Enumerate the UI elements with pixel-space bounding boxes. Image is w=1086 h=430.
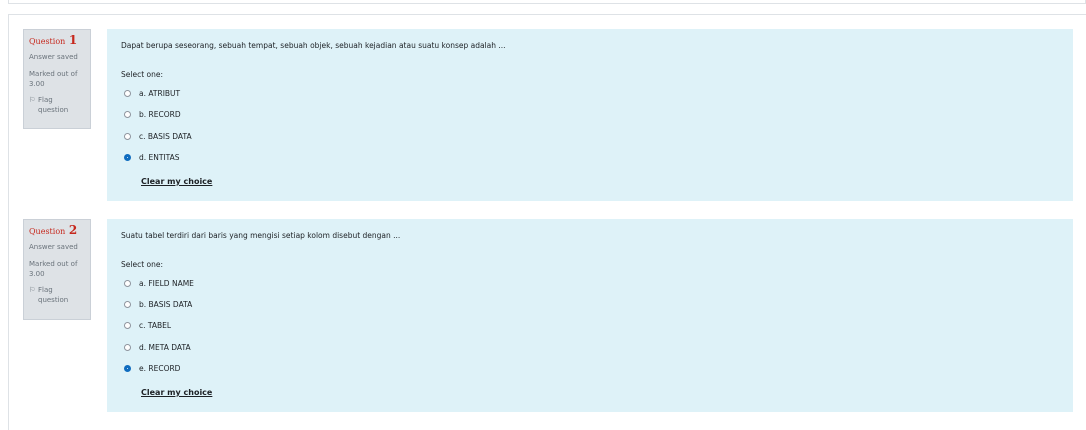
- flag-icon: ⚐: [29, 96, 36, 104]
- radio-button[interactable]: [124, 110, 131, 118]
- answer-option[interactable]: b. BASIS DATA: [124, 298, 192, 310]
- answer-option-label[interactable]: c. BASIS DATA: [139, 132, 192, 141]
- radio-button[interactable]: [124, 321, 131, 329]
- answer-option[interactable]: d. META DATA: [124, 341, 191, 353]
- question-2: Question 2 Answer saved Marked out of 3.…: [23, 219, 1073, 412]
- answer-option[interactable]: c. TABEL: [124, 319, 171, 331]
- question-formulation: Suatu tabel terdiri dari baris yang meng…: [107, 219, 1073, 412]
- radio-button-selected[interactable]: [124, 153, 131, 161]
- question-text: Suatu tabel terdiri dari baris yang meng…: [121, 231, 401, 240]
- radio-button[interactable]: [124, 279, 131, 287]
- question-number: Question 1: [29, 34, 85, 48]
- question-grade: Marked out of 3.00: [29, 259, 85, 279]
- question-label: Question: [29, 227, 66, 236]
- answer-option-label[interactable]: c. TABEL: [139, 321, 171, 330]
- question-text: Dapat berupa seseorang, sebuah tempat, s…: [121, 41, 506, 50]
- answer-option[interactable]: e. RECORD: [124, 362, 180, 374]
- answer-option[interactable]: a. ATRIBUT: [124, 87, 180, 99]
- flag-label: Flag question: [38, 286, 69, 304]
- question-grade: Marked out of 3.00: [29, 69, 85, 89]
- radio-button-selected[interactable]: [124, 364, 131, 372]
- clear-choice-link[interactable]: Clear my choice: [141, 388, 212, 397]
- grade-value: 3.00: [29, 80, 45, 88]
- answer-option-label[interactable]: d. META DATA: [139, 343, 191, 352]
- radio-button[interactable]: [124, 343, 131, 351]
- answer-option-label[interactable]: b. RECORD: [139, 110, 181, 119]
- flag-question-button[interactable]: ⚐ Flag question: [29, 285, 85, 305]
- radio-button[interactable]: [124, 300, 131, 308]
- question-info: Question 2 Answer saved Marked out of 3.…: [23, 219, 91, 320]
- question-number-value: 1: [68, 33, 78, 47]
- question-label: Question: [29, 37, 66, 46]
- grade-label: Marked out of: [29, 260, 78, 268]
- radio-button[interactable]: [124, 132, 131, 140]
- question-number: Question 2: [29, 224, 85, 238]
- answer-option-label[interactable]: d. ENTITAS: [139, 153, 180, 162]
- question-state: Answer saved: [29, 243, 78, 251]
- answer-option-label[interactable]: a. FIELD NAME: [139, 279, 194, 288]
- flag-icon: ⚐: [29, 286, 36, 294]
- question-state: Answer saved: [29, 53, 78, 61]
- flag-label: Flag question: [38, 96, 69, 114]
- answer-option[interactable]: b. RECORD: [124, 108, 181, 120]
- question-1: Question 1 Answer saved Marked out of 3.…: [23, 29, 1073, 201]
- radio-button[interactable]: [124, 89, 131, 97]
- answer-option-label[interactable]: a. ATRIBUT: [139, 89, 180, 98]
- grade-label: Marked out of: [29, 70, 78, 78]
- answer-option[interactable]: a. FIELD NAME: [124, 277, 194, 289]
- answer-option-label[interactable]: e. RECORD: [139, 364, 180, 373]
- answer-prompt: Select one:: [121, 260, 164, 269]
- grade-value: 3.00: [29, 270, 45, 278]
- question-formulation: Dapat berupa seseorang, sebuah tempat, s…: [107, 29, 1073, 201]
- clear-choice-link[interactable]: Clear my choice: [141, 177, 212, 186]
- answer-option[interactable]: c. BASIS DATA: [124, 130, 192, 142]
- answer-option[interactable]: d. ENTITAS: [124, 151, 180, 163]
- question-number-value: 2: [68, 223, 78, 237]
- previous-section-frame: [8, 0, 1086, 4]
- flag-question-button[interactable]: ⚐ Flag question: [29, 95, 85, 115]
- answer-prompt: Select one:: [121, 70, 164, 79]
- question-info: Question 1 Answer saved Marked out of 3.…: [23, 29, 91, 129]
- answer-option-label[interactable]: b. BASIS DATA: [139, 300, 192, 309]
